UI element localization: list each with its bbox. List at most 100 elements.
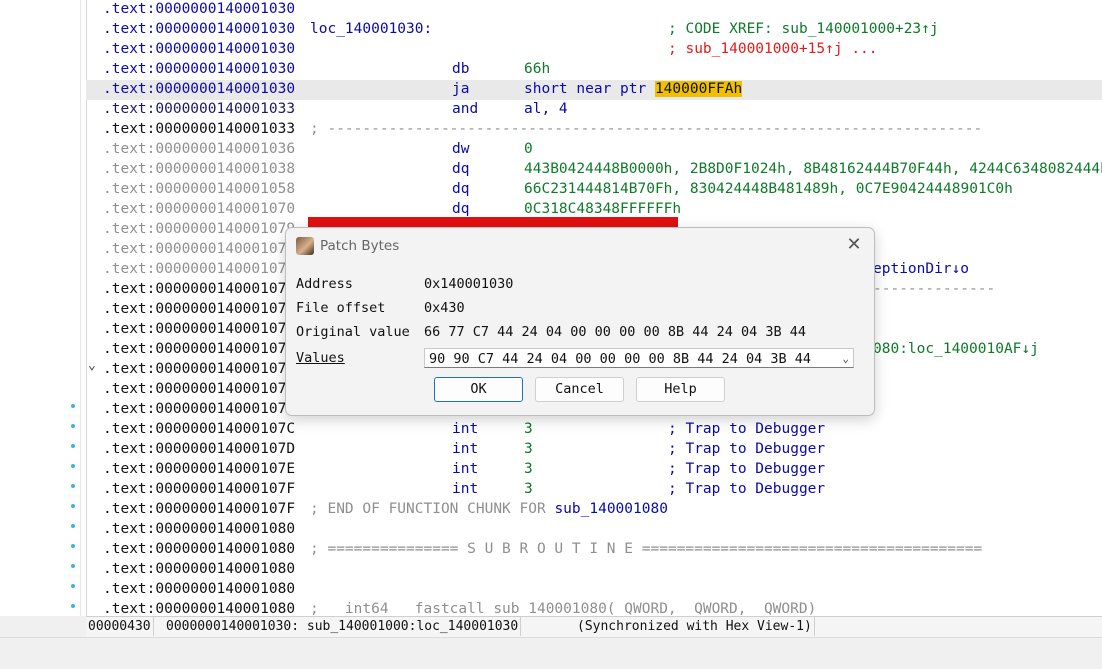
operand-text: 0 — [524, 141, 533, 157]
breakpoint-dot-icon — [71, 484, 75, 488]
chevron-down-icon[interactable]: ⌄ — [842, 349, 849, 369]
listing-row[interactable]: .text:0000000140001080 ; int64 fastcall s… — [86, 600, 1102, 616]
mnemonic: dw — [452, 141, 470, 157]
window-bottom-strip — [0, 637, 1102, 669]
mnemonic: db — [452, 61, 470, 77]
row-address: .text:000000014000107C — [103, 421, 296, 437]
operand: al, 4 — [524, 100, 568, 118]
separator-text: ; --------------------------------------… — [310, 121, 983, 137]
operand: 66h — [524, 60, 550, 78]
listing-row[interactable]: .text:000000014000107C int 3 ; Trap to Debu… — [86, 420, 1102, 440]
row-address: .text:0000000140001030 — [103, 61, 296, 77]
listing-row[interactable]: .text:0000000140001080 — [86, 580, 1102, 600]
code-label[interactable]: loc_140001030: — [310, 20, 432, 38]
operand: 3 — [524, 440, 533, 458]
row-address: .text:000000014000107 — [103, 381, 287, 397]
close-icon[interactable]: ✕ — [843, 234, 865, 256]
row-address: .text:0000000140001080 — [103, 581, 296, 597]
row-address: .text:000000014000107F — [103, 481, 296, 497]
row-address: .text:000000014000107 — [103, 361, 287, 377]
mnemonic: int — [452, 461, 479, 477]
operand-text: 3 — [524, 441, 533, 457]
listing-row[interactable]: .text:0000000140001030 ja short near ptr 1… — [86, 80, 1102, 100]
comment: ; Trap to Debugger — [668, 461, 826, 477]
operand-text: 3 — [524, 421, 533, 437]
listing-row[interactable]: .text:0000000140001038 dq 443B0424448B0000… — [86, 160, 1102, 180]
mnemonic: and — [452, 101, 479, 117]
separator-text: ; int64 fastcall sub_140001080( QWORD, Q… — [310, 601, 817, 616]
function-link[interactable]: sub_140001080 — [554, 501, 668, 517]
mnemonic: ja — [452, 81, 470, 97]
breakpoint-dot-icon — [71, 604, 75, 608]
original-value: 66 77 C7 44 24 04 00 00 00 00 8B 44 24 0… — [424, 324, 807, 340]
highlighted-operand[interactable]: 140000FFAh — [654, 81, 743, 97]
comment: ; Trap to Debugger — [668, 421, 826, 437]
row-address: .text:000000014000107 — [103, 341, 287, 357]
row-address: .text:0000000140001030 — [103, 41, 296, 57]
breakpoint-dot-icon — [71, 524, 75, 528]
comment: ; sub_140001000+15↑j ... — [668, 41, 878, 57]
listing-row[interactable]: .text:0000000140001080 — [86, 520, 1102, 540]
operand-text: al, 4 — [524, 101, 568, 117]
mnemonic: int — [452, 421, 479, 437]
operand-text: 3 — [524, 461, 533, 477]
values-input-text: 90 90 C7 44 24 04 00 00 00 00 8B 44 24 0… — [429, 351, 812, 367]
listing-row[interactable]: .text:000000014000107D int 3 ; Trap to Debu… — [86, 440, 1102, 460]
listing-row[interactable]: .text:000000014000107F int 3 ; Trap to Debu… — [86, 480, 1102, 500]
separator-comment: ; int64 fastcall sub_140001080( QWORD, Q… — [310, 600, 816, 616]
row-address: .text:0000000140001079 — [103, 221, 296, 237]
status-left-filler — [0, 616, 86, 637]
row-address: .text:0000000140001030 — [103, 81, 296, 97]
separator-text: ; =============== S U B R O U T I N E ==… — [310, 541, 983, 557]
breakpoint-dot-icon — [71, 424, 75, 428]
row-address: .text:0000000140001030 — [103, 21, 296, 37]
row-address: .text:0000000140001030 — [103, 1, 296, 17]
breakpoint-dot-icon — [71, 544, 75, 548]
separator-comment: ; =============== S U B R O U T I N E ==… — [310, 540, 982, 558]
breakpoint-dot-icon — [71, 404, 75, 408]
gutter-divider — [80, 0, 81, 616]
operand-text: 3 — [524, 481, 533, 497]
row-address: .text:000000014000107 — [103, 321, 287, 337]
listing-row[interactable]: .text:0000000140001080 ; =============== … — [86, 540, 1102, 560]
mnemonic: int — [452, 441, 479, 457]
breakpoint-dot-icon — [71, 584, 75, 588]
mnemonic: dq — [452, 181, 470, 197]
listing-row[interactable]: .text:0000000140001030 ; sub_140001000+15… — [86, 40, 1102, 60]
address-value: 0x140001030 — [424, 276, 514, 292]
separator-text: ; END OF FUNCTION CHUNK FOR — [310, 501, 555, 517]
comment: ; Trap to Debugger — [668, 481, 826, 497]
listing-row[interactable]: .text:0000000140001033 and al, 4 — [86, 100, 1102, 120]
row-address: .text:000000014000107 — [103, 261, 287, 277]
row-address: .text:000000014000107D — [103, 441, 296, 457]
file-offset-value: 0x430 — [424, 300, 465, 316]
clipped-text: 080:loc_1400010AF↓j — [873, 341, 1039, 357]
listing-row[interactable]: .text:0000000140001030 db 66h — [86, 60, 1102, 80]
listing-row[interactable]: .text:0000000140001030 — [86, 0, 1102, 20]
operand: 66C231444814B70Fh, 830424448B481489h, 0C… — [524, 180, 1013, 198]
operand: 0 — [524, 140, 533, 158]
listing-row[interactable]: .text:0000000140001033 ; ----------------… — [86, 120, 1102, 140]
listing-row[interactable]: .text:0000000140001036 dw 0 — [86, 140, 1102, 160]
operand: 3 — [524, 420, 533, 438]
dialog-title: Patch Bytes — [320, 238, 400, 254]
separator-comment: ; --------------------------------------… — [310, 120, 982, 138]
listing-row[interactable]: .text:000000014000107F ; END OF FUNCTION … — [86, 500, 1102, 520]
listing-row[interactable]: .text:0000000140001058 dq 66C231444814B70F… — [86, 180, 1102, 200]
mnemonic: dq — [452, 201, 470, 217]
patch-bytes-dialog: Patch Bytes ✕ Address 0x140001030 File o… — [285, 227, 875, 416]
cancel-button[interactable]: Cancel — [535, 377, 624, 402]
values-input[interactable]: 90 90 C7 44 24 04 00 00 00 00 8B 44 24 0… — [424, 348, 854, 368]
row-address: .text:000000014000107 — [103, 401, 287, 417]
listing-row[interactable]: .text:0000000140001030 loc_140001030: ; CO… — [86, 20, 1102, 40]
operand-text: 443B0424448B0000h, 2B8D0F1024h, 8B481624… — [524, 161, 1102, 177]
listing-row[interactable]: .text:000000014000107E int 3 ; Trap to Debu… — [86, 460, 1102, 480]
listing-row[interactable]: .text:0000000140001080 — [86, 560, 1102, 580]
operand: 0C318C48348FFFFFFh — [524, 200, 681, 218]
operand-text: 66C231444814B70Fh, 830424448B481489h, 0C… — [524, 181, 1013, 197]
clipped-text: -------------- — [873, 281, 996, 297]
clipped-text: eptionDir↓o — [873, 261, 970, 277]
ok-button[interactable]: OK — [434, 377, 523, 402]
operand-text: 66h — [524, 61, 551, 77]
help-button[interactable]: Help — [636, 377, 725, 402]
